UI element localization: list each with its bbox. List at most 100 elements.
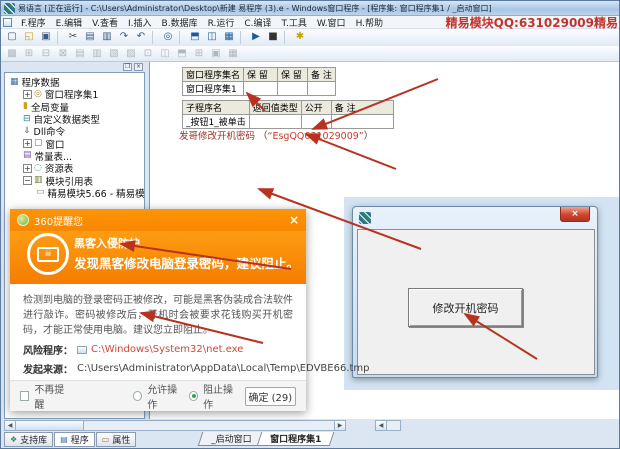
logo-360-icon	[17, 214, 29, 226]
sidebar-header: ❐ ×	[4, 62, 145, 72]
tab-support-library[interactable]: ❖ 支持库	[4, 432, 54, 447]
editor-h-scrollbar[interactable]: ◀	[375, 420, 401, 431]
layout-tool-icon: ▧	[109, 47, 119, 59]
dialog-360-header[interactable]: 360提醒您 ×	[10, 209, 306, 231]
subroutine-table[interactable]: 子程序名 返回值类型 公开备 注 _按钮1_被单击	[182, 100, 394, 129]
code-line[interactable]: 发哥修改开机密码 （“EsgQQ631029009”）	[179, 128, 373, 142]
tree-item-program-data[interactable]: ▦ 程序数据	[5, 76, 144, 89]
layout-tool-icon: ⊞	[24, 47, 34, 59]
layout-tool-icon: ▨	[126, 47, 136, 59]
app-icon	[359, 212, 371, 224]
menu-item[interactable]: I.插入	[123, 16, 157, 29]
stop-icon[interactable]: ■	[265, 30, 281, 45]
menu-item[interactable]: H.帮助	[351, 16, 388, 29]
tree-item-window-assembly-1[interactable]: + ◎ 窗口程序集1	[5, 88, 144, 101]
tree-item-jingyi-module[interactable]: ▭精易模块5.66 - 精易模块5.	[5, 187, 144, 200]
table-cell[interactable]: _按钮1_被单击	[182, 114, 250, 129]
sidebar-close-button[interactable]: ×	[134, 63, 143, 71]
table-cell[interactable]	[307, 81, 337, 96]
app-client-area: 修改开机密码	[357, 229, 595, 375]
find-module-icon[interactable]: ✱	[292, 30, 308, 45]
tree-expander-icon[interactable]: +	[23, 89, 32, 99]
tree-item-module-refs[interactable]: − ▥ 模块引用表	[5, 174, 144, 188]
layout-tool-icon: ⊡	[143, 47, 153, 59]
allow-radio[interactable]	[132, 391, 143, 401]
sidebar-float-button[interactable]: ❐	[123, 63, 132, 71]
tree-node-icon: ▮	[23, 101, 28, 112]
tree-expander-icon[interactable]: +	[23, 163, 32, 173]
tree-item-dll-commands[interactable]: ⇓ Dll命令	[5, 125, 144, 138]
doc-tab-startup-window[interactable]: _启动窗口	[198, 432, 266, 446]
doc-tab-window-assembly-1[interactable]: 窗口程序集1	[256, 432, 335, 446]
menu-item[interactable]: E.编辑	[51, 16, 88, 29]
panel-tab-label: 程序	[70, 436, 89, 446]
table-header-cell: 保 留	[277, 67, 309, 82]
block-radio[interactable]	[188, 391, 199, 401]
tree-item-resources[interactable]: + ◌ 资源表	[5, 162, 144, 175]
sidebar-h-scrollbar[interactable]: ◀ ▶	[4, 420, 346, 431]
tab-program[interactable]: ▤ 程序	[54, 432, 95, 447]
copy-icon[interactable]: ▤	[82, 30, 98, 45]
run-icon[interactable]: ▶	[248, 30, 264, 45]
bottom-tab-row: ❖ 支持库 ▤ 程序 ▭ 属性 _启动窗口 窗口程序集1	[1, 432, 619, 448]
tree-node-icon: ▭	[36, 187, 45, 198]
toolbar-separator	[179, 30, 184, 44]
menu-item[interactable]: W.窗口	[312, 16, 351, 29]
menu-item[interactable]: R.运行	[203, 16, 240, 29]
app-close-button[interactable]: ×	[560, 207, 590, 222]
scroll-thumb[interactable]	[16, 421, 84, 430]
document-tab-label: _启动窗口	[211, 435, 253, 445]
paste-icon[interactable]: ▥	[99, 30, 115, 45]
tree-expander-icon[interactable]: −	[23, 176, 32, 186]
dialog-close-icon[interactable]: ×	[289, 214, 299, 226]
table-cell[interactable]	[248, 114, 302, 129]
menu-item[interactable]: B.数据库	[157, 16, 203, 29]
table-cell[interactable]	[330, 114, 394, 129]
table-cell[interactable]	[300, 114, 332, 129]
tree-item-windows[interactable]: + ▢ 窗口	[5, 137, 144, 151]
table-cell[interactable]	[277, 81, 309, 96]
mdi-child-icon[interactable]	[3, 17, 12, 27]
new-file-icon[interactable]: ▢	[4, 30, 20, 45]
no-remind-checkbox[interactable]	[20, 391, 30, 401]
ide-window: 易语言 [正在运行] - C:\Users\Administrator\Desk…	[0, 0, 620, 449]
tree-item-constants[interactable]: ▤ 常量表...	[5, 150, 144, 163]
tree-expander-icon[interactable]: +	[23, 139, 32, 149]
undo-icon[interactable]: ↶	[133, 30, 149, 45]
cascade-icon[interactable]: ▦	[221, 30, 237, 45]
app-title-bar[interactable]: ×	[353, 207, 597, 229]
table-cell[interactable]: 窗口程序集1	[181, 81, 245, 96]
open-icon[interactable]: ◱	[21, 30, 37, 45]
tab-properties[interactable]: ▭ 属性	[95, 432, 137, 447]
tile-vertical-icon[interactable]: ◫	[204, 30, 220, 45]
risk-program-label: 风险程序：	[23, 346, 73, 357]
save-icon[interactable]: ▣	[38, 30, 54, 45]
tree-item-custom-types[interactable]: ⊟ 自定义数据类型	[5, 113, 144, 126]
menu-item[interactable]: F.程序	[16, 16, 51, 29]
tree-node-icon: ⇓	[23, 125, 31, 136]
table-row[interactable]: 窗口程序集1	[181, 81, 337, 96]
menu-item[interactable]: C.编译	[239, 16, 276, 29]
alert-body-text: 检测到电脑的登录密码正被修改，可能是黑客伪装成合法软件进行敲诈。密码被修改后，开…	[23, 295, 293, 336]
toolbar-separator	[240, 30, 245, 44]
tile-horizontal-icon[interactable]: ⬒	[187, 30, 203, 45]
cut-icon[interactable]: ✂	[65, 30, 81, 45]
confirm-button[interactable]: 确定 (29)	[244, 386, 296, 406]
change-password-button[interactable]: 修改开机密码	[408, 288, 523, 327]
redo-icon[interactable]: ↷	[116, 30, 132, 45]
assembly-table[interactable]: 窗口程序集名保 留保 留备 注窗口程序集1	[181, 67, 337, 96]
layout-tool-icon: ▩	[7, 47, 17, 59]
scroll-left-icon[interactable]: ◀	[5, 421, 16, 430]
toolbar-separator	[284, 30, 289, 44]
menu-item[interactable]: V.查看	[87, 16, 123, 29]
tree-item-global-vars[interactable]: ▮ 全局变量	[5, 101, 144, 114]
find-icon[interactable]: ◎	[160, 30, 176, 45]
table-cell[interactable]	[243, 81, 279, 96]
table-row[interactable]: _按钮1_被单击	[182, 114, 394, 129]
layout-tool-icon: ▣	[211, 47, 221, 59]
scroll-left-icon[interactable]: ◀	[376, 421, 387, 430]
exe-file-icon	[77, 345, 87, 354]
toolbar-separator	[57, 30, 62, 44]
scroll-right-icon[interactable]: ▶	[334, 421, 345, 430]
menu-item[interactable]: T.工具	[277, 16, 312, 29]
